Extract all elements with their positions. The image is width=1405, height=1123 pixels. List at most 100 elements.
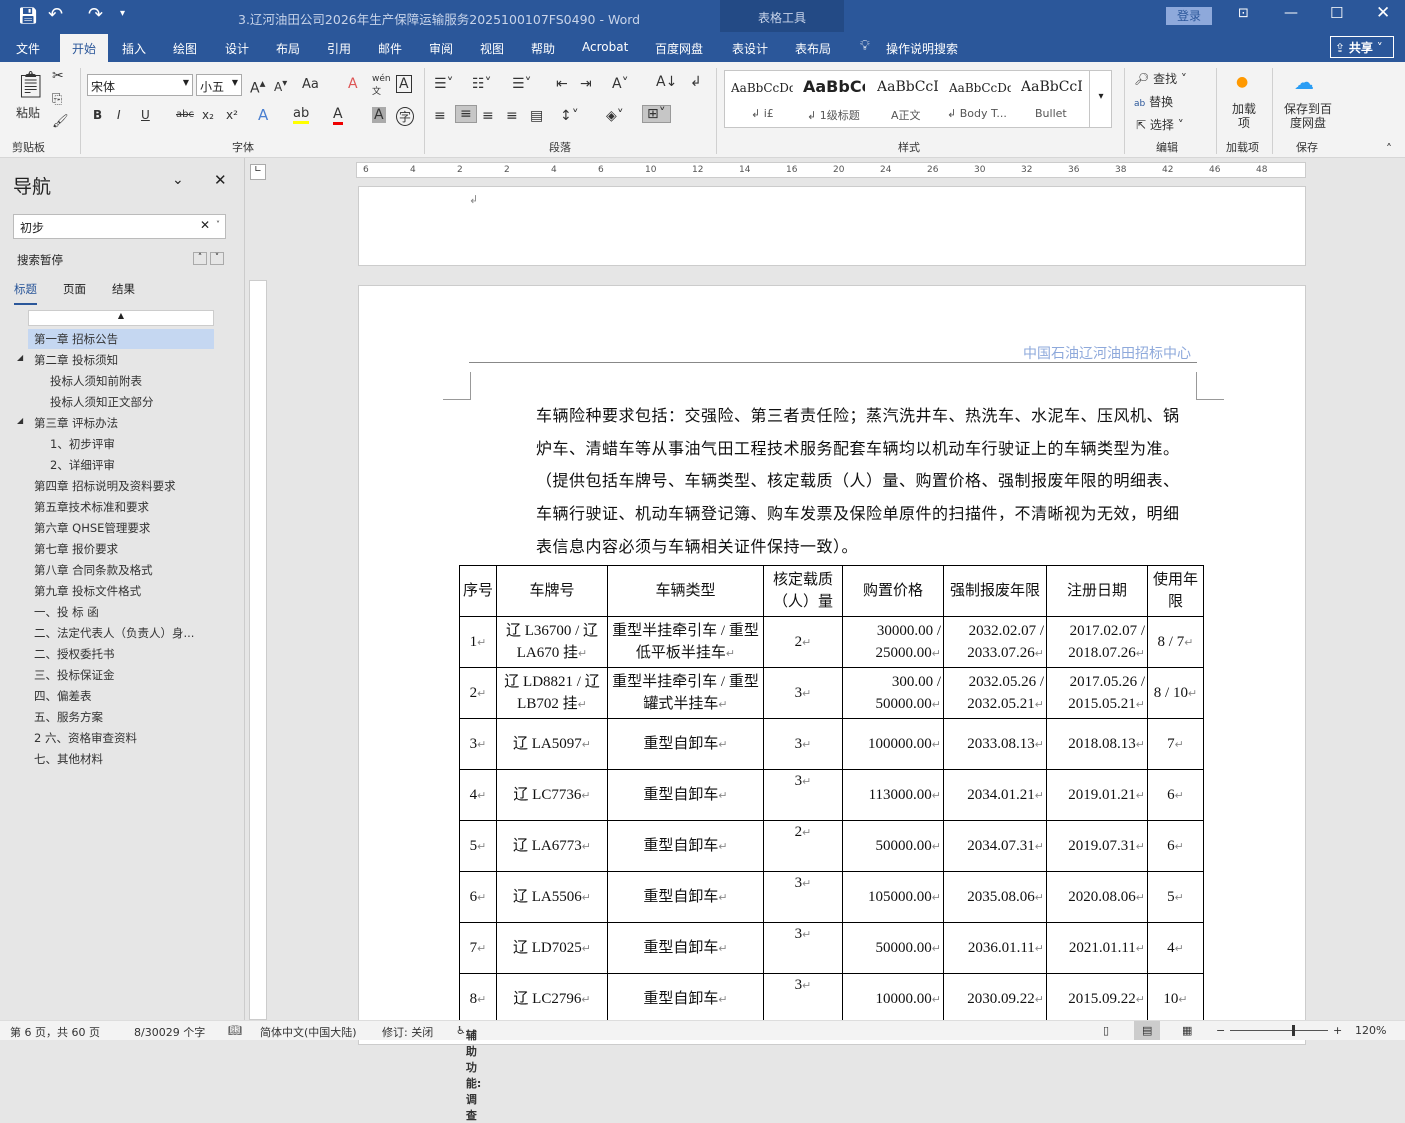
table-cell[interactable]: 50000.00 — [842, 820, 944, 872]
table-cell[interactable]: 113000.00 — [842, 769, 944, 821]
table-cell[interactable]: 2036.01.11 — [943, 922, 1047, 974]
table-cell[interactable]: 重型自卸车 — [607, 871, 764, 923]
nav-close-icon[interactable]: ✕ — [214, 171, 227, 189]
nav-tab-pages[interactable]: 页面 — [63, 281, 86, 297]
nav-heading-item[interactable]: 第七章 报价要求 — [28, 539, 124, 559]
table-cell[interactable]: 2035.08.06 — [943, 871, 1047, 923]
table-cell[interactable]: 3 — [763, 973, 843, 1025]
align-right-icon[interactable]: ≡ — [482, 108, 494, 124]
nav-options-icon[interactable]: ⌄ — [172, 172, 184, 188]
bold-button[interactable]: B — [93, 108, 102, 122]
table-cell[interactable]: 重型自卸车 — [607, 769, 764, 821]
char-border-icon[interactable]: A — [396, 75, 412, 93]
page-count[interactable]: 第 6 页，共 60 页 — [10, 1024, 100, 1040]
table-cell[interactable]: 105000.00 — [842, 871, 944, 923]
table-cell[interactable]: 2015.09.22 — [1046, 973, 1148, 1025]
nav-heading-item[interactable]: 第二章 投标须知 — [28, 350, 124, 370]
table-cell[interactable]: 重型自卸车 — [607, 922, 764, 974]
table-cell[interactable]: 2018.08.13 — [1046, 718, 1148, 770]
zoom-level[interactable]: 120% — [1355, 1024, 1386, 1037]
web-layout-icon[interactable]: ▦ — [1182, 1024, 1192, 1037]
table-cell[interactable]: 6 — [1147, 769, 1204, 821]
table-cell[interactable]: 2034.01.21 — [943, 769, 1047, 821]
tab-design[interactable]: 设计 — [225, 40, 249, 57]
table-header-cell[interactable]: 车牌号 — [496, 565, 608, 617]
table-cell[interactable]: 重型自卸车 — [607, 718, 764, 770]
vertical-ruler[interactable] — [249, 280, 267, 1020]
style-name[interactable]: ↲ Body T... — [947, 107, 1007, 120]
table-cell[interactable]: 辽 LD7025 — [496, 922, 608, 974]
nav-heading-item[interactable]: 第八章 合同条款及格式 — [28, 560, 159, 580]
table-cell[interactable]: 8 — [459, 973, 497, 1025]
table-header-cell[interactable]: 使用年限 — [1147, 565, 1204, 617]
zoom-out-icon[interactable]: − — [1216, 1024, 1225, 1037]
login-button[interactable]: 登录 — [1166, 7, 1212, 25]
table-cell[interactable]: 重型自卸车 — [607, 973, 764, 1025]
prev-result-icon[interactable]: ˄ — [193, 252, 207, 265]
horizontal-ruler[interactable]: 6 4 2 2 4 6 10 12 14 16 20 24 26 30 32 36 38 42 46 48 — [356, 162, 1306, 178]
table-cell[interactable]: 辽 LA6773 — [496, 820, 608, 872]
table-cell[interactable]: 5 — [1147, 871, 1204, 923]
tab-selector[interactable]: ∟ — [250, 164, 266, 180]
table-header-cell[interactable]: 购置价格 — [842, 565, 944, 617]
table-cell[interactable]: 3 — [763, 922, 843, 974]
align-center-icon[interactable]: ≡ — [455, 105, 477, 123]
nav-heading-item[interactable]: 第五章技术标准和要求 — [28, 497, 155, 517]
borders-icon[interactable]: ⊞˅ — [642, 105, 671, 123]
align-left-icon[interactable]: ≡ — [434, 108, 446, 124]
nav-heading-item[interactable]: 四、偏差表 — [28, 686, 98, 706]
table-cell[interactable]: 3 — [763, 667, 843, 719]
tab-mailings[interactable]: 邮件 — [378, 40, 402, 57]
paste-button[interactable]: 粘贴 — [16, 104, 40, 121]
table-cell[interactable]: 50000.00 — [842, 922, 944, 974]
table-cell[interactable]: 3 — [763, 718, 843, 770]
expand-triangle-icon[interactable]: ◢ — [17, 416, 23, 425]
nav-heading-item[interactable]: 二、法定代表人（负责人）身... — [28, 623, 200, 643]
table-cell[interactable]: 2 — [459, 667, 497, 719]
table-cell[interactable]: 3 — [763, 871, 843, 923]
style-preview[interactable]: AaBbCcDd — [731, 81, 793, 95]
zoom-slider-thumb[interactable] — [1292, 1025, 1295, 1036]
table-cell[interactable]: 8 / 10 — [1147, 667, 1204, 719]
strikethrough-button[interactable]: abc — [176, 109, 194, 120]
replace-button[interactable]: ab 替换 — [1134, 93, 1173, 110]
tab-home[interactable]: 开始 — [60, 34, 109, 62]
table-cell[interactable]: 100000.00 — [842, 718, 944, 770]
table-cell[interactable]: 300.00 / 50000.00 — [842, 667, 944, 719]
table-cell[interactable]: 辽 LD8821 / 辽 LB702 挂 — [496, 667, 608, 719]
close-icon[interactable]: ✕ — [1376, 3, 1390, 23]
table-header-cell[interactable]: 注册日期 — [1046, 565, 1148, 617]
table-cell[interactable]: 辽 LC7736 — [496, 769, 608, 821]
table-cell[interactable]: 4 — [459, 769, 497, 821]
table-cell[interactable]: 3 — [459, 718, 497, 770]
baidu-cloud-icon[interactable]: ☁ — [1294, 70, 1314, 94]
style-preview[interactable]: AaBbCcI — [1021, 79, 1083, 95]
zoom-slider[interactable] — [1230, 1030, 1328, 1031]
nav-heading-item[interactable]: 七、其他材料 — [28, 749, 109, 769]
table-header-cell[interactable]: 序号 — [459, 565, 497, 617]
font-color-icon[interactable]: A — [333, 106, 343, 125]
nav-heading-item[interactable]: 投标人须知正文部分 — [44, 392, 160, 412]
grow-font-icon[interactable]: A▴ — [250, 76, 265, 97]
find-button[interactable]: 🔎︎ 查找 ˅ — [1134, 70, 1187, 87]
char-shading-icon[interactable]: A — [372, 107, 386, 123]
table-cell[interactable]: 2033.08.13 — [943, 718, 1047, 770]
enclose-char-icon[interactable]: 字 — [396, 107, 415, 126]
table-cell[interactable]: 辽 LA5097 — [496, 718, 608, 770]
table-cell[interactable]: 2 — [763, 616, 843, 668]
table-header-cell[interactable]: 强制报废年限 — [943, 565, 1047, 617]
addins-button[interactable]: 加载项 — [1232, 102, 1256, 130]
table-cell[interactable]: 重型自卸车 — [607, 820, 764, 872]
table-cell[interactable]: 4 — [1147, 922, 1204, 974]
ribbon-display-icon[interactable]: ⊡ — [1238, 6, 1249, 21]
show-marks-icon[interactable]: ↲ — [690, 74, 702, 90]
format-painter-icon[interactable]: 🖌︎ — [52, 114, 69, 129]
undo-icon[interactable]: ↶ — [48, 4, 63, 25]
nav-heading-item[interactable]: 第六章 QHSE管理要求 — [28, 518, 156, 538]
save-to-baidu-button[interactable]: 保存到百度网盘 — [1284, 102, 1332, 130]
share-button[interactable]: ⇪ 共享 ˅ — [1330, 36, 1394, 58]
style-name[interactable]: ↲ i£ — [751, 107, 774, 120]
table-cell[interactable]: 2 — [763, 820, 843, 872]
vehicle-table[interactable]: 序号车牌号车辆类型核定载质（人）量购置价格强制报废年限注册日期使用年限 1 辽 L3… — [459, 565, 1204, 1025]
nav-heading-item[interactable]: 2、详细评审 — [44, 455, 121, 475]
